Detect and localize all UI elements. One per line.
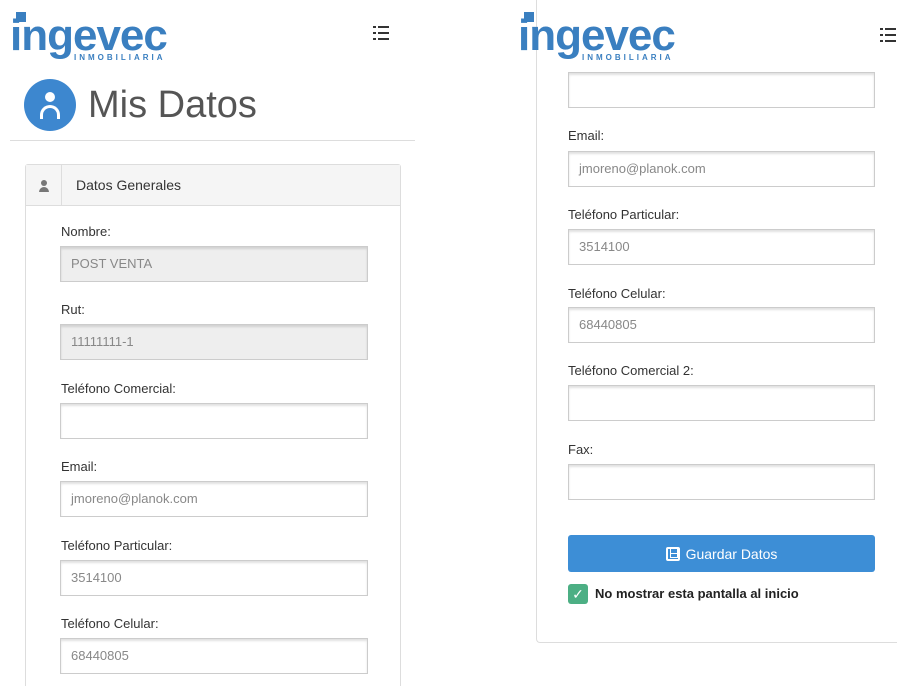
logo-text: ingevec <box>10 11 168 60</box>
telefono-particular-field[interactable]: 3514100 <box>60 560 368 596</box>
card-header: Datos Generales <box>26 165 400 206</box>
left-screen: ingevec INMOBILIARIA Mis Datos Datos Gen… <box>0 0 415 686</box>
guardar-datos-button[interactable]: Guardar Datos <box>568 535 875 572</box>
telefono-celular-label: Teléfono Celular: <box>61 616 159 631</box>
save-button-label: Guardar Datos <box>685 545 778 562</box>
telefono-comercial-2-label: Teléfono Comercial 2: <box>568 363 694 378</box>
no-mostrar-label[interactable]: No mostrar esta pantalla al inicio <box>595 586 799 601</box>
telefono-celular-label-right: Teléfono Celular: <box>568 286 666 301</box>
rut-field[interactable]: 11111111-1 <box>60 324 368 360</box>
telefono-comercial-label: Teléfono Comercial: <box>61 381 176 396</box>
email-field[interactable]: jmoreno@planok.com <box>60 481 368 517</box>
nombre-field[interactable]: POST VENTA <box>60 246 368 282</box>
section-title: Datos Generales <box>76 177 182 193</box>
no-mostrar-checkbox[interactable]: ✓ <box>568 584 588 604</box>
list-menu-icon[interactable] <box>373 25 389 41</box>
user-icon <box>26 165 62 205</box>
rut-label: Rut: <box>61 302 85 317</box>
telefono-particular-label: Teléfono Particular: <box>61 538 173 553</box>
list-menu-icon[interactable] <box>880 27 896 43</box>
email-field-right[interactable]: jmoreno@planok.com <box>568 151 875 187</box>
nombre-label: Nombre: <box>61 224 111 239</box>
logo-text: ingevec <box>518 11 676 60</box>
user-icon <box>24 79 76 131</box>
email-label: Email: <box>61 459 98 474</box>
ingevec-logo: ingevec INMOBILIARIA <box>10 11 168 62</box>
checkmark-icon: ✓ <box>572 586 584 602</box>
email-label-right: Email: <box>568 128 605 143</box>
telefono-comercial-2-field[interactable] <box>568 385 875 421</box>
page-title: Mis Datos <box>88 83 257 126</box>
divider <box>10 140 415 141</box>
fax-label: Fax: <box>568 442 594 457</box>
telefono-celular-field[interactable]: 68440805 <box>60 638 368 674</box>
telefono-particular-field-right[interactable]: 3514100 <box>568 229 875 265</box>
telefono-comercial-field[interactable] <box>60 403 368 439</box>
telefono-celular-field-right[interactable]: 68440805 <box>568 307 875 343</box>
ingevec-logo: ingevec INMOBILIARIA <box>518 11 676 62</box>
page-header: Mis Datos <box>24 78 257 132</box>
telefono-comercial-field-top[interactable] <box>568 72 875 108</box>
floppy-disk-icon <box>665 546 680 561</box>
telefono-particular-label-right: Teléfono Particular: <box>568 207 680 222</box>
fax-field[interactable] <box>568 464 875 500</box>
